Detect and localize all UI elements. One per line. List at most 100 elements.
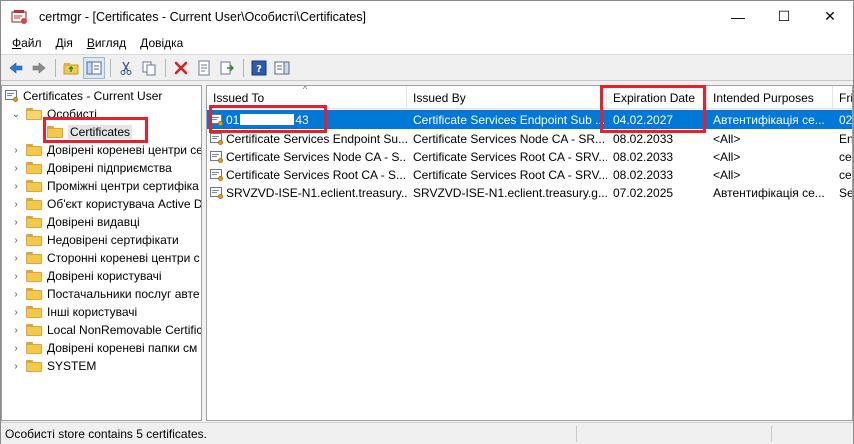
chevron-right-icon[interactable]: ›: [11, 163, 21, 174]
tree-item[interactable]: › SYSTEM: [11, 357, 96, 375]
tree-item-label: Особисті: [47, 107, 97, 121]
column-issued-to[interactable]: Issued To ^: [207, 86, 407, 109]
help-icon[interactable]: ?: [248, 57, 270, 79]
svg-text:?: ?: [256, 64, 262, 75]
cell-issued-by: Certificate Services Root CA - SRV...: [413, 149, 607, 164]
tree-item[interactable]: › Сторонні кореневі центри с: [11, 249, 200, 267]
status-divider: [771, 426, 772, 442]
chevron-right-icon[interactable]: ›: [11, 343, 21, 354]
tree-item-label: Інші користувачі: [47, 305, 138, 319]
tree-item-label: Довірені підприємства: [47, 161, 172, 175]
column-expiration-date[interactable]: Expiration Date: [607, 86, 707, 109]
chevron-right-icon[interactable]: ›: [11, 181, 21, 192]
cell-issued-by: Certificate Services Root CA - SRV...: [413, 167, 607, 182]
toolbar: ?: [1, 54, 853, 81]
redacted-block: [240, 114, 295, 125]
tree-item[interactable]: › Довірені кореневі папки см: [11, 339, 197, 357]
chevron-right-icon[interactable]: ›: [11, 361, 21, 372]
cut-icon[interactable]: [115, 57, 137, 79]
tree-item-personal[interactable]: ⌄ Особисті: [11, 105, 97, 123]
menu-file[interactable]: Файл: [5, 36, 49, 50]
list-header: Issued To ^ Issued By Expiration Date In…: [207, 86, 852, 109]
menu-help[interactable]: Довідка: [133, 36, 190, 50]
table-row[interactable]: Certificate Services Endpoint Su... Certi…: [207, 129, 853, 148]
cell-issued-by: Certificate Services Endpoint Sub ...: [413, 112, 606, 127]
cell-friendly-name: En: [839, 131, 853, 146]
column-intended-purposes[interactable]: Intended Purposes: [707, 86, 833, 109]
certificate-store-icon: [5, 89, 19, 103]
copy-icon[interactable]: [138, 57, 160, 79]
export-icon[interactable]: [216, 57, 238, 79]
tree-item[interactable]: › Довірені видавці: [11, 213, 139, 231]
cell-issued-by: Certificate Services Node CA - SR...: [413, 131, 606, 146]
cell-expiration: 07.02.2025: [613, 185, 674, 200]
certificate-icon: [210, 168, 224, 182]
chevron-right-icon[interactable]: ›: [11, 217, 21, 228]
table-row[interactable]: Certificate Services Root CA - S... Certi…: [207, 165, 852, 184]
delete-icon[interactable]: [170, 57, 192, 79]
show-hide-action-pane-icon[interactable]: [271, 57, 293, 79]
tree-item[interactable]: › Проміжні центри сертифіка: [11, 177, 198, 195]
certificate-icon: [210, 150, 224, 164]
cell-issued-to: SRVZVD-ISE-N1.eclient.treasury....: [207, 183, 407, 202]
certificate-icon: [210, 113, 224, 127]
window-title: certmgr - [Certificates - Current User\О…: [39, 9, 367, 24]
maximize-button[interactable]: ☐: [761, 1, 807, 32]
tree-root-label: Certificates - Current User: [23, 89, 163, 103]
tree-item[interactable]: › Довірені кореневі центри се: [11, 141, 201, 159]
tree-item[interactable]: › Об'єкт користувача Active D: [11, 195, 201, 213]
cell-expiration: 08.02.2033: [613, 131, 674, 146]
chevron-right-icon[interactable]: ›: [11, 199, 21, 210]
table-row[interactable]: SRVZVD-ISE-N1.eclient.treasury.... SRVZVD…: [207, 183, 852, 202]
properties-icon[interactable]: [193, 57, 215, 79]
tree-item[interactable]: › Недовірені сертифікати: [11, 231, 178, 249]
cell-purposes: <All>: [713, 167, 741, 182]
tree-item-certificates[interactable]: Certificates: [47, 123, 133, 141]
tree-item[interactable]: › Інші користувачі: [11, 303, 137, 321]
chevron-right-icon[interactable]: ›: [11, 289, 21, 300]
forward-arrow-icon[interactable]: [28, 57, 50, 79]
cell-issued-to: Certificate Services Root CA - S...: [207, 165, 407, 184]
tree-item[interactable]: › Довірені підприємства: [11, 159, 172, 177]
back-arrow-icon[interactable]: [5, 57, 27, 79]
cell-purposes: Автентифікація се...: [713, 185, 825, 200]
tree-item[interactable]: › Постачальники послуг авте: [11, 285, 200, 303]
minimize-button[interactable]: —: [715, 1, 761, 32]
chevron-down-icon[interactable]: ⌄: [11, 109, 21, 120]
folder-icon: [26, 270, 42, 282]
menu-view[interactable]: Вигляд: [80, 36, 133, 50]
tree-item-label: Сторонні кореневі центри с: [47, 251, 200, 265]
chevron-right-icon[interactable]: ›: [11, 235, 21, 246]
chevron-right-icon[interactable]: ›: [11, 325, 21, 336]
column-friendly-name[interactable]: Fri: [833, 86, 852, 109]
folder-icon: [47, 126, 63, 138]
tree-item-label: Certificates: [68, 125, 133, 139]
cell-expiration: 08.02.2033: [613, 167, 674, 182]
tree-item[interactable]: › Довірені користувачі: [11, 267, 162, 285]
cell-friendly-name: cer: [839, 167, 852, 182]
up-folder-icon[interactable]: [60, 57, 82, 79]
tree-item-label: Постачальники послуг авте: [47, 287, 200, 301]
status-text: Особисті store contains 5 certificates.: [5, 426, 207, 441]
table-row[interactable]: Certificate Services Node CA - S... Certi…: [207, 147, 852, 166]
chevron-right-icon[interactable]: ›: [11, 271, 21, 282]
tree-item-label: SYSTEM: [47, 359, 97, 373]
close-button[interactable]: ✕: [807, 1, 853, 32]
column-issued-by[interactable]: Issued By: [407, 86, 607, 109]
chevron-right-icon[interactable]: ›: [11, 145, 21, 156]
chevron-right-icon[interactable]: ›: [11, 253, 21, 264]
cell-issued-to: Certificate Services Node CA - S...: [207, 147, 407, 166]
chevron-right-icon[interactable]: ›: [11, 307, 21, 318]
menu-action[interactable]: Дія: [49, 36, 80, 50]
tree-root[interactable]: Certificates - Current User: [5, 87, 162, 105]
tree-item-label: Довірені користувачі: [47, 269, 162, 283]
folder-icon: [26, 288, 42, 300]
tree-item[interactable]: › Local NonRemovable Certific: [11, 321, 201, 339]
table-row[interactable]: 01 43 Certificate Services Endpoint Sub .…: [207, 110, 852, 129]
folder-icon: [26, 360, 42, 372]
show-hide-tree-icon[interactable]: [83, 56, 105, 79]
certificate-icon: [210, 186, 224, 200]
folder-icon: [26, 198, 42, 210]
folder-open-icon: [26, 108, 42, 120]
cell-issued-to: Certificate Services Endpoint Su...: [207, 129, 407, 148]
